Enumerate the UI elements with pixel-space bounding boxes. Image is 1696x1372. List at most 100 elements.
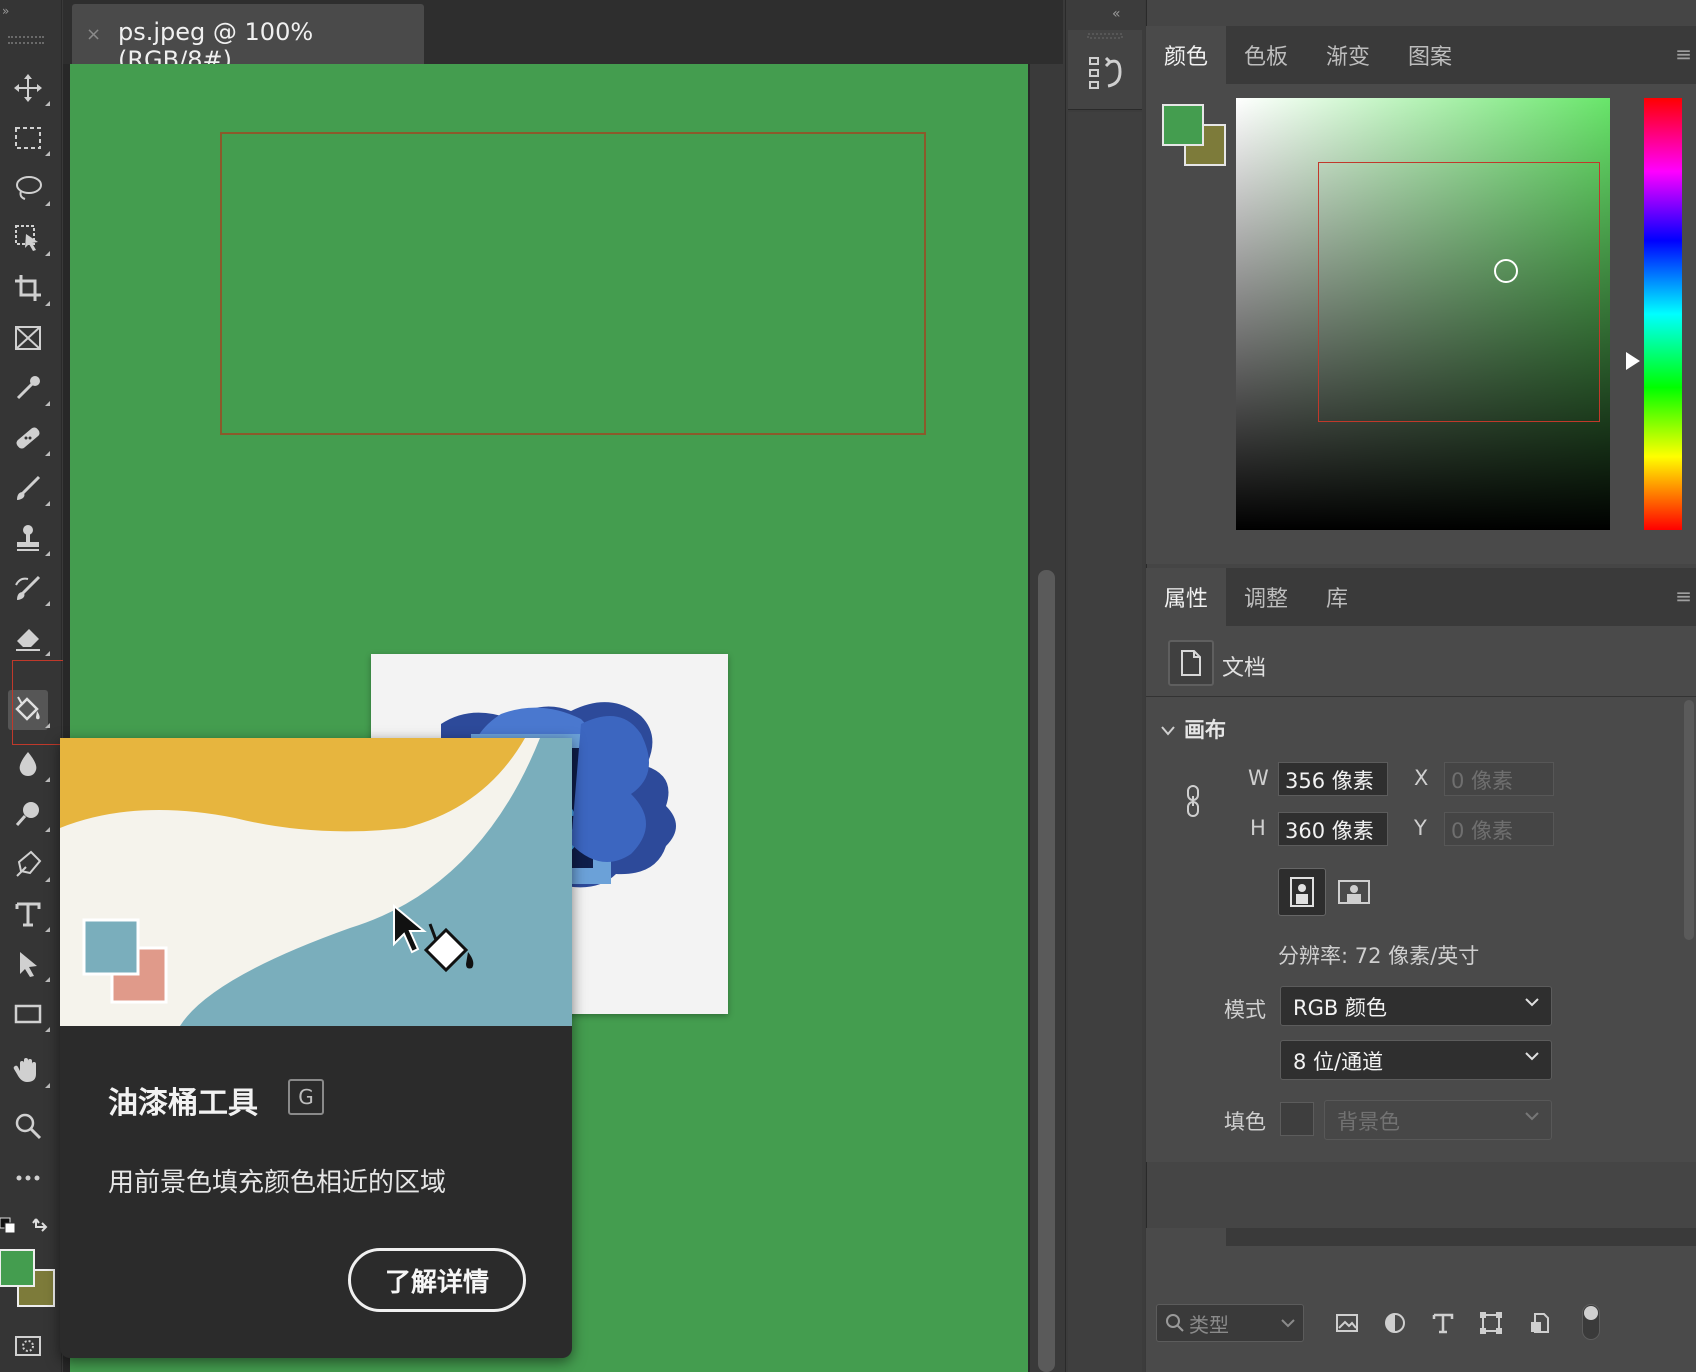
frame-tool[interactable] <box>8 318 48 358</box>
properties-scrollbar[interactable] <box>1684 700 1694 940</box>
panel-menu-icon[interactable]: ≡ <box>1675 584 1692 608</box>
fill-label: 填色 <box>1224 1110 1266 1134</box>
color-panel-foreground-swatch[interactable] <box>1162 104 1204 146</box>
color-swatches[interactable] <box>0 1214 60 1310</box>
foreground-color-swatch[interactable] <box>0 1249 35 1287</box>
drop-icon <box>19 752 37 776</box>
move-tool[interactable] <box>8 68 50 108</box>
tab-gradients[interactable]: 渐变 <box>1308 26 1388 84</box>
type-icon <box>15 902 41 927</box>
hue-slider-handle[interactable] <box>1626 352 1640 370</box>
close-tab-icon[interactable]: × <box>86 24 101 45</box>
stamp-icon <box>17 525 39 551</box>
height-label: H <box>1250 816 1266 840</box>
tab-libraries[interactable]: 库 <box>1308 568 1366 626</box>
panel-menu-icon[interactable]: ≡ <box>1675 42 1692 66</box>
bandage-icon <box>16 427 40 449</box>
x-field[interactable]: 0 像素 <box>1444 762 1554 796</box>
lasso-icon <box>16 176 42 200</box>
learn-more-button[interactable]: 了解详情 <box>348 1248 526 1312</box>
eraser-tool[interactable] <box>8 618 50 658</box>
expand-toolbar-icon[interactable]: » <box>2 4 9 18</box>
tab-swatches[interactable]: 色板 <box>1226 26 1306 84</box>
bit-depth-select[interactable]: 8 位/通道 <box>1280 1040 1552 1080</box>
tab-color[interactable]: 颜色 <box>1146 26 1227 84</box>
tab-patterns[interactable]: 图案 <box>1390 26 1470 84</box>
chevron-down-icon <box>1525 1112 1539 1121</box>
hue-slider[interactable] <box>1644 98 1682 530</box>
tooltip-shortcut-key: G <box>288 1079 324 1115</box>
dodge-icon <box>15 802 39 826</box>
history-brush-tool[interactable] <box>8 568 50 608</box>
chevron-down-icon <box>1525 1052 1539 1061</box>
pen-tool[interactable] <box>8 844 50 884</box>
filter-type-layers-icon[interactable] <box>1428 1308 1458 1338</box>
path-select-tool[interactable] <box>8 944 50 984</box>
filter-adjustment-layers-icon[interactable] <box>1380 1308 1410 1338</box>
tools-panel: » <box>0 0 77 1372</box>
object-select-tool[interactable] <box>8 218 50 258</box>
layer-filter-label: 类型 <box>1189 1312 1229 1337</box>
rect-marquee-icon <box>15 127 41 149</box>
color-mode-select[interactable]: RGB 颜色 <box>1280 986 1552 1026</box>
marquee-tool[interactable] <box>8 118 50 158</box>
toolbar-grip[interactable] <box>8 36 44 44</box>
type-tool[interactable] <box>8 894 50 934</box>
color-field-highlight <box>1318 162 1600 422</box>
eyedropper-tool[interactable] <box>8 368 50 408</box>
zoom-tool[interactable] <box>8 1106 48 1146</box>
filter-shape-layers-icon[interactable] <box>1476 1308 1506 1338</box>
divider <box>1146 696 1696 697</box>
y-field[interactable]: 0 像素 <box>1444 812 1554 846</box>
history-icon <box>1087 33 1123 89</box>
height-field[interactable]: 360 像素 <box>1278 812 1388 846</box>
chevron-down-icon <box>1281 1319 1295 1328</box>
filter-pixel-layers-icon[interactable] <box>1332 1308 1362 1338</box>
tool-tooltip: 油漆桶工具 G 用前景色填充颜色相近的区域 了解详情 <box>60 738 572 1358</box>
collapse-dock-icon[interactable]: « <box>1112 6 1121 22</box>
color-mode-value: RGB 颜色 <box>1293 996 1387 1020</box>
dodge-tool[interactable] <box>8 794 50 834</box>
tooltip-description: 用前景色填充颜色相近的区域 <box>108 1168 447 1198</box>
y-label: Y <box>1414 816 1427 840</box>
crop-tool[interactable] <box>8 268 50 308</box>
document-icon <box>1168 640 1214 686</box>
portrait-orientation-button[interactable] <box>1278 868 1326 916</box>
rectangle-tool[interactable] <box>8 994 50 1034</box>
more-tools[interactable] <box>8 1158 48 1198</box>
zoom-icon <box>15 1113 42 1140</box>
document-tab[interactable]: × ps.jpeg @ 100%(RGB/8#) <box>72 4 424 74</box>
width-field[interactable]: 356 像素 <box>1278 762 1388 796</box>
quick-mask-tool[interactable] <box>8 1326 48 1366</box>
link-dimensions-icon[interactable] <box>1184 784 1202 818</box>
search-icon <box>1166 1314 1184 1332</box>
rectangle-icon <box>14 1004 42 1024</box>
brush-tool[interactable] <box>8 468 50 508</box>
brush-icon <box>17 475 41 500</box>
fill-color-swatch[interactable] <box>1280 1102 1314 1136</box>
document-label: 文档 <box>1222 656 1267 681</box>
tab-properties[interactable]: 属性 <box>1146 568 1227 626</box>
lasso-tool[interactable] <box>8 168 50 208</box>
move-icon <box>14 74 42 102</box>
tab-adjustments[interactable]: 调整 <box>1226 568 1306 626</box>
hand-tool[interactable] <box>8 1050 50 1090</box>
layer-filter-select[interactable]: 类型 <box>1156 1304 1304 1342</box>
properties-panel <box>1146 626 1696 1162</box>
healing-tool[interactable] <box>8 418 50 458</box>
swap-colors-icon[interactable] <box>32 1218 48 1232</box>
quick-mask-icon <box>15 1336 41 1356</box>
history-panel-button[interactable] <box>1068 30 1142 110</box>
canvas-section-header[interactable]: 画布 <box>1160 714 1226 744</box>
fill-select[interactable]: 背景色 <box>1324 1100 1552 1140</box>
landscape-orientation-button[interactable] <box>1330 868 1378 916</box>
color-picker-handle[interactable] <box>1494 259 1518 283</box>
filter-smart-object-icon[interactable] <box>1526 1308 1556 1338</box>
default-colors-icon[interactable] <box>0 1217 16 1234</box>
layer-filter-toggle[interactable] <box>1582 1304 1600 1340</box>
blur-tool[interactable] <box>8 744 50 784</box>
resolution-text: 分辨率: 72 像素/英寸 <box>1278 944 1480 968</box>
canvas-scrollbar-thumb[interactable] <box>1038 570 1055 1372</box>
stamp-tool[interactable] <box>8 518 50 558</box>
eyedropper-icon <box>16 376 40 400</box>
